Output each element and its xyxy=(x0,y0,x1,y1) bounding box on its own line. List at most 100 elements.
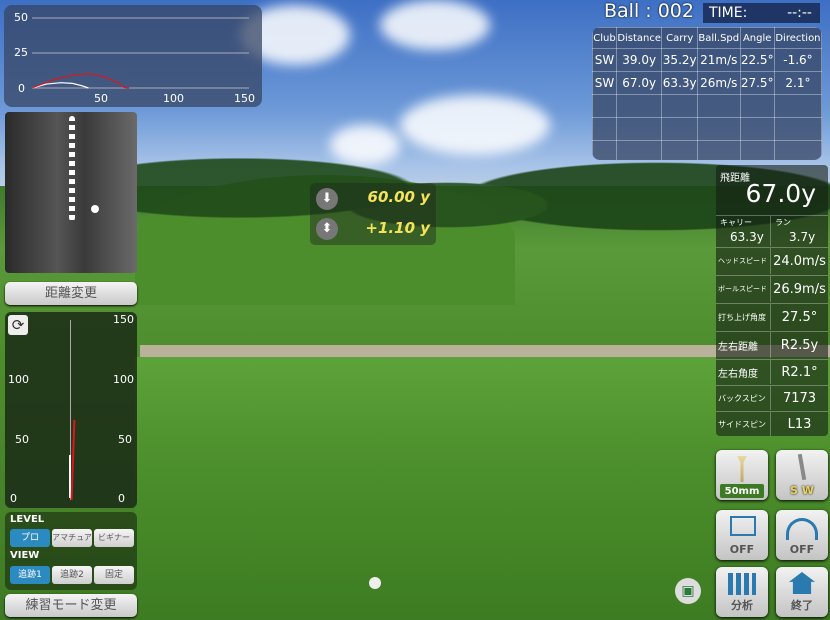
cell: 26m/s xyxy=(696,71,741,95)
stat-label: ヘッドスピード xyxy=(718,257,767,265)
empty-row xyxy=(592,117,822,141)
bar-chart-icon xyxy=(728,573,756,595)
cell: 39.0y xyxy=(615,48,663,72)
right-tick: 150 xyxy=(113,313,134,326)
view-track2[interactable]: 追跡2 xyxy=(52,566,92,584)
header-distance: Distance xyxy=(615,27,663,49)
run-label: ラン xyxy=(775,218,791,227)
target-elevation: +1.10 y xyxy=(365,219,430,237)
x-tick: 50 xyxy=(94,92,108,105)
cell: SW xyxy=(592,48,617,72)
stat-row: ヘッドスピード 24.0m/s xyxy=(716,247,828,274)
time-value: --:-- xyxy=(787,5,812,21)
trajectory-plot xyxy=(31,17,249,89)
stat-value: 7173 xyxy=(770,386,828,410)
header-club: Club xyxy=(592,27,617,49)
stat-value: 26.9m/s xyxy=(770,276,828,302)
replay-state: OFF xyxy=(729,543,755,556)
stat-value: 27.5° xyxy=(770,304,828,330)
level-pro[interactable]: プロ xyxy=(10,529,50,547)
direction-gauge: ⟳ 100 50 0 150 100 50 0 xyxy=(5,312,137,508)
level-view-panel: LEVEL プロ アマチュア ビギナー VIEW 追跡1 追跡2 固定 xyxy=(5,512,137,590)
left-tick: 0 xyxy=(10,492,17,505)
analysis-button[interactable]: 分析 xyxy=(716,567,768,617)
x-tick: 150 xyxy=(234,92,255,105)
photo-icon[interactable]: ▣ xyxy=(675,578,701,604)
stat-row: ボールスピード 26.9m/s xyxy=(716,275,828,302)
stat-label: 左右距離 xyxy=(718,341,758,353)
cell: 27.5° xyxy=(739,71,775,95)
cell: 67.0y xyxy=(615,71,663,95)
table-row[interactable]: SW 39.0y 35.2y 21m/s 22.5° -1.6° xyxy=(592,48,822,72)
curve-state: OFF xyxy=(789,543,815,556)
time-label: TIME: xyxy=(709,5,748,21)
level-title: LEVEL xyxy=(10,514,45,525)
table-row[interactable]: SW 67.0y 63.3y 26m/s 27.5° 2.1° xyxy=(592,71,822,95)
carry-label: キャリー xyxy=(720,218,752,227)
exit-label: 終了 xyxy=(791,599,813,612)
club-icon xyxy=(797,453,807,481)
carry-value: 63.3y xyxy=(730,230,764,244)
view-fixed[interactable]: 固定 xyxy=(94,566,134,584)
practice-mode-button[interactable]: 練習モード変更 xyxy=(5,594,137,617)
home-icon xyxy=(789,572,815,594)
golf-ball xyxy=(369,577,381,589)
stat-label: 左右角度 xyxy=(718,368,758,380)
replay-icon xyxy=(730,516,756,536)
tee-icon xyxy=(737,456,747,482)
header-direction: Direction xyxy=(773,27,822,49)
club-label: S W xyxy=(790,484,814,497)
cell: 35.2y xyxy=(661,48,698,72)
club-select-button[interactable]: S W xyxy=(776,450,828,500)
run-value: 3.7y xyxy=(789,230,816,244)
trajectory-chart: 50 25 0 50 100 150 xyxy=(4,5,262,107)
cell: 63.3y xyxy=(661,71,698,95)
stat-label: 打ち上げ角度 xyxy=(718,312,766,322)
stat-label: サイドスピン xyxy=(718,419,766,429)
stat-label: バックスピン xyxy=(718,393,766,403)
cell: 21m/s xyxy=(696,48,741,72)
cell: -1.6° xyxy=(773,48,822,72)
stat-row: 左右角度 R2.1° xyxy=(716,359,828,384)
cell: 2.1° xyxy=(773,71,822,95)
analysis-label: 分析 xyxy=(731,599,753,612)
header-ball-speed: Ball.Spd xyxy=(696,27,741,49)
target-overlay: ⬇ 60.00 y ⬍ +1.10 y xyxy=(310,183,436,245)
tee-height-button[interactable]: 50mm xyxy=(716,450,768,500)
ball-camera-image xyxy=(5,112,137,273)
exit-button[interactable]: 終了 xyxy=(776,567,828,617)
left-tick: 50 xyxy=(15,433,29,446)
curve-arrow-icon xyxy=(786,518,818,540)
distance-change-button[interactable]: 距離変更 xyxy=(5,282,137,305)
refresh-icon[interactable]: ⟳ xyxy=(8,315,28,335)
tee-height-label: 50mm xyxy=(724,486,760,497)
stat-row: 打ち上げ角度 27.5° xyxy=(716,303,828,330)
stat-value: R2.5y xyxy=(770,332,828,358)
stat-value: R2.1° xyxy=(770,360,828,384)
right-tick: 100 xyxy=(113,373,134,386)
right-tick: 0 xyxy=(118,492,125,505)
view-track1[interactable]: 追跡1 xyxy=(10,566,50,584)
elevation-arrow-icon: ⬍ xyxy=(316,218,338,240)
level-amateur[interactable]: アマチュア xyxy=(52,529,92,547)
right-tick: 50 xyxy=(118,433,132,446)
stat-row: バックスピン 7173 xyxy=(716,385,828,410)
curve-toggle-button[interactable]: OFF xyxy=(776,510,828,560)
stat-row: サイドスピン L13 xyxy=(716,411,828,436)
header-angle: Angle xyxy=(739,27,775,49)
shot-history-table: Club Distance Carry Ball.Spd Angle Direc… xyxy=(592,27,822,160)
stat-value: 24.0m/s xyxy=(770,248,828,274)
ball-counter: Ball : 002 xyxy=(604,0,694,22)
replay-toggle-button[interactable]: OFF xyxy=(716,510,768,560)
y-tick: 0 xyxy=(18,82,25,95)
flight-distance-value: 67.0y xyxy=(745,179,816,208)
level-beginner[interactable]: ビギナー xyxy=(94,529,134,547)
header-carry: Carry xyxy=(661,27,698,49)
carry-run-row: キャリー 63.3y ラン 3.7y xyxy=(716,215,828,246)
cell: 22.5° xyxy=(739,48,775,72)
target-distance: 60.00 y xyxy=(367,188,430,206)
x-tick: 100 xyxy=(163,92,184,105)
shot-stats-panel: 飛距離 67.0y キャリー 63.3y ラン 3.7y ヘッドスピード 24.0… xyxy=(716,165,828,436)
red-shot-line xyxy=(70,419,76,501)
empty-row xyxy=(592,94,822,118)
